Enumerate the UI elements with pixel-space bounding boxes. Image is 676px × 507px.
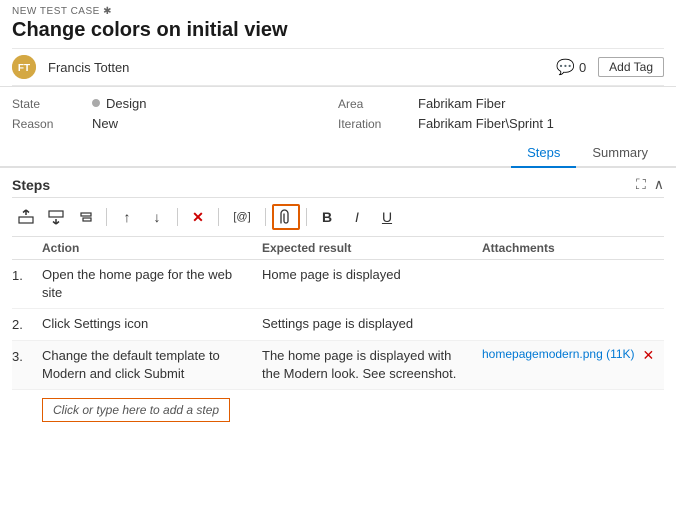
- step-expected-3[interactable]: The home page is displayed with the Mode…: [262, 347, 482, 383]
- avatar: FT: [12, 55, 36, 79]
- toolbar-separator-4: [265, 208, 266, 226]
- add-step-row: Click or type here to add a step: [12, 390, 664, 426]
- italic-button[interactable]: I: [343, 204, 371, 230]
- toolbar-separator-5: [306, 208, 307, 226]
- delete-step-button[interactable]: ✕: [184, 204, 212, 230]
- comment-count: 0: [579, 60, 586, 75]
- steps-column-headers: Action Expected result Attachments: [12, 237, 664, 260]
- toolbar-separator-1: [106, 208, 107, 226]
- insert-shared-step-button[interactable]: [@]: [225, 204, 259, 230]
- author-name: Francis Totten: [48, 60, 129, 75]
- insert-step-below-button[interactable]: [42, 204, 70, 230]
- table-row: 3. Change the default template to Modern…: [12, 341, 664, 390]
- indent-step-button[interactable]: [72, 204, 100, 230]
- move-up-button[interactable]: ↑: [113, 204, 141, 230]
- area-value[interactable]: Fabrikam Fiber: [418, 95, 664, 111]
- comment-icon: 💬: [556, 58, 575, 76]
- area-label: Area: [338, 95, 418, 111]
- collapse-icon[interactable]: ∧: [654, 176, 664, 193]
- table-row: 1. Open the home page for the web site H…: [12, 260, 664, 309]
- state-dot: [92, 99, 100, 107]
- iteration-label: Iteration: [338, 115, 418, 131]
- insert-step-above-button[interactable]: [12, 204, 40, 230]
- delete-attachment-button[interactable]: ✕: [643, 347, 655, 364]
- new-test-case-label: NEW TEST CASE ✱: [12, 6, 664, 17]
- add-tag-button[interactable]: Add Tag: [598, 57, 664, 77]
- reason-value[interactable]: New: [92, 115, 338, 131]
- steps-title: Steps: [12, 177, 50, 193]
- attachment-link[interactable]: homepagemodern.png (11K): [482, 347, 635, 361]
- step-action-3[interactable]: Change the default template to Modern an…: [42, 347, 262, 383]
- fullscreen-icon[interactable]: ⛶: [636, 176, 646, 193]
- move-down-button[interactable]: ↓: [143, 204, 171, 230]
- iteration-value[interactable]: Fabrikam Fiber\Sprint 1: [418, 115, 664, 131]
- page-title: Change colors on initial view: [12, 19, 288, 42]
- step-number-1: 1.: [12, 266, 42, 283]
- step-expected-1[interactable]: Home page is displayed: [262, 266, 482, 284]
- svg-text:FT: FT: [18, 63, 30, 74]
- add-step-button[interactable]: Click or type here to add a step: [42, 398, 230, 422]
- step-number-2: 2.: [12, 315, 42, 332]
- toolbar-separator-2: [177, 208, 178, 226]
- tabs-row: Steps Summary: [0, 139, 676, 168]
- toolbar-separator-3: [218, 208, 219, 226]
- table-row: 2. Click Settings icon Settings page is …: [12, 309, 664, 340]
- bold-button[interactable]: B: [313, 204, 341, 230]
- add-attachment-button[interactable]: [272, 204, 300, 230]
- tab-steps[interactable]: Steps: [511, 139, 576, 168]
- step-number-3: 3.: [12, 347, 42, 364]
- expected-column-header: Expected result: [262, 241, 482, 255]
- action-column-header: Action: [42, 241, 262, 255]
- comment-button[interactable]: 💬 0: [556, 58, 586, 76]
- underline-button[interactable]: U: [373, 204, 401, 230]
- state-label: State: [12, 95, 92, 111]
- attachments-column-header: Attachments: [482, 241, 662, 255]
- step-action-1[interactable]: Open the home page for the web site: [42, 266, 262, 302]
- tab-summary[interactable]: Summary: [576, 139, 664, 168]
- steps-toolbar: ↑ ↓ ✕ [@] B I U: [12, 198, 664, 237]
- step-attachment-3[interactable]: homepagemodern.png (11K) ✕: [482, 347, 662, 364]
- state-value[interactable]: Design: [92, 95, 338, 111]
- step-action-2[interactable]: Click Settings icon: [42, 315, 262, 333]
- step-expected-2[interactable]: Settings page is displayed: [262, 315, 482, 333]
- reason-label: Reason: [12, 115, 92, 131]
